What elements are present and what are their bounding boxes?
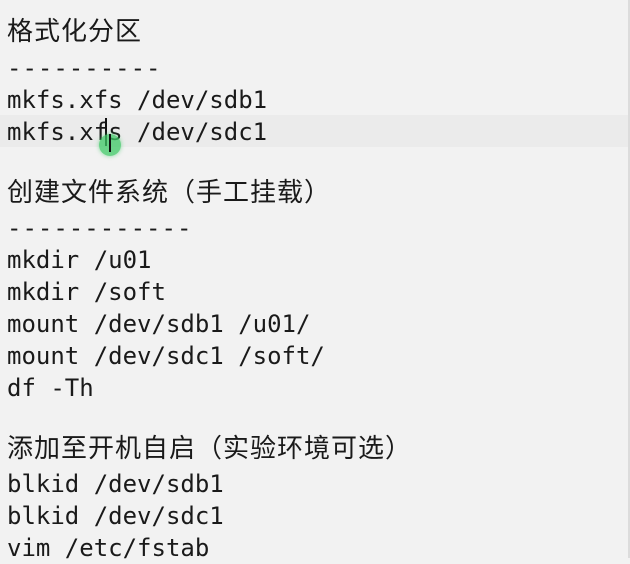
command-line: mkdir /soft — [7, 278, 166, 306]
command-line: vim /etc/fstab — [7, 534, 210, 562]
command-line: mkfs.xfs /dev/sdc1 — [7, 118, 268, 146]
command-line: mount /dev/sdb1 /u01/ — [7, 310, 311, 338]
heading-autostart: 添加至开机自启（实验环境可选） — [7, 434, 413, 464]
text-editor[interactable]: 格式化分区 ---------- mkfs.xfs /dev/sdb1 mkfs… — [0, 0, 630, 562]
command-line: mount /dev/sdc1 /soft/ — [7, 342, 325, 370]
ibeam-cursor-icon — [109, 134, 111, 152]
divider-line: ------------ — [7, 214, 193, 242]
heading-format-partition: 格式化分区 — [7, 17, 143, 47]
command-line: blkid /dev/sdc1 — [7, 502, 224, 530]
command-line: df -Th — [7, 374, 94, 402]
divider-line: ---------- — [7, 54, 162, 82]
command-line: mkdir /u01 — [7, 246, 152, 274]
command-line: blkid /dev/sdb1 — [7, 470, 224, 498]
command-line: mkfs.xfs /dev/sdb1 — [7, 86, 268, 114]
heading-create-filesystem: 创建文件系统（手工挂载） — [7, 178, 332, 208]
